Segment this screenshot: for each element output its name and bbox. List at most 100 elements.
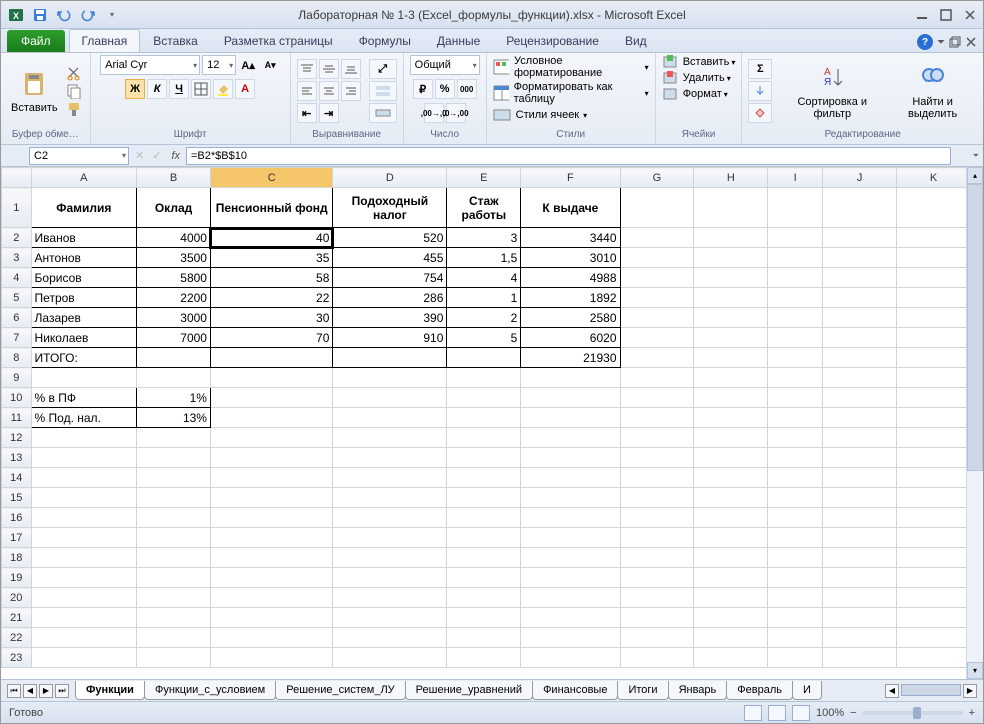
cell[interactable]	[694, 308, 768, 328]
decrease-font-button[interactable]: A▾	[260, 55, 280, 75]
cell[interactable]	[768, 468, 823, 488]
worksheet-tab[interactable]: Январь	[668, 681, 728, 700]
col-header[interactable]: F	[521, 168, 620, 188]
cell[interactable]: 754	[333, 268, 447, 288]
prev-sheet-button[interactable]: ◀	[23, 684, 37, 698]
row-header[interactable]: 18	[2, 548, 32, 568]
cell[interactable]	[31, 368, 137, 388]
cell[interactable]	[333, 608, 447, 628]
cell[interactable]	[897, 548, 967, 568]
first-sheet-button[interactable]: ⏮	[7, 684, 21, 698]
cell[interactable]	[31, 528, 137, 548]
header-cell[interactable]: Пенсионный фонд	[210, 188, 332, 228]
row-header[interactable]: 22	[2, 628, 32, 648]
cell[interactable]	[521, 468, 620, 488]
row-header[interactable]: 2	[2, 228, 32, 248]
cell[interactable]: 22	[210, 288, 332, 308]
cell[interactable]	[768, 548, 823, 568]
cell[interactable]: Антонов	[31, 248, 137, 268]
cell[interactable]	[447, 588, 521, 608]
cell[interactable]	[333, 548, 447, 568]
cell[interactable]	[768, 448, 823, 468]
cell[interactable]	[768, 288, 823, 308]
cell[interactable]: 3	[447, 228, 521, 248]
cell[interactable]	[823, 368, 897, 388]
cell[interactable]	[897, 588, 967, 608]
header-cell[interactable]: Стаж работы	[447, 188, 521, 228]
cell[interactable]	[897, 628, 967, 648]
worksheet-tab[interactable]: И	[792, 681, 822, 700]
cell[interactable]	[210, 388, 332, 408]
cell[interactable]	[897, 188, 967, 228]
tab-review[interactable]: Рецензирование	[493, 29, 612, 52]
cell[interactable]	[768, 308, 823, 328]
cell[interactable]	[210, 348, 332, 368]
cell[interactable]	[823, 388, 897, 408]
cell[interactable]	[210, 648, 332, 668]
cell[interactable]	[897, 488, 967, 508]
cell[interactable]	[768, 188, 823, 228]
cell[interactable]	[521, 488, 620, 508]
tab-insert[interactable]: Вставка	[140, 29, 211, 52]
cell[interactable]	[768, 428, 823, 448]
cell[interactable]	[137, 528, 211, 548]
row-header[interactable]: 23	[2, 648, 32, 668]
cell[interactable]	[447, 408, 521, 428]
row-header[interactable]: 14	[2, 468, 32, 488]
scroll-left-icon[interactable]: ◀	[885, 684, 899, 698]
cell[interactable]: 286	[333, 288, 447, 308]
cell[interactable]	[897, 248, 967, 268]
cell[interactable]	[897, 328, 967, 348]
cell[interactable]	[897, 448, 967, 468]
cell[interactable]: Петров	[31, 288, 137, 308]
cell[interactable]	[823, 348, 897, 368]
cell[interactable]: 520	[333, 228, 447, 248]
underline-button[interactable]: Ч	[169, 79, 189, 99]
cell[interactable]	[333, 368, 447, 388]
cell[interactable]	[333, 468, 447, 488]
cell[interactable]: 70	[210, 328, 332, 348]
worksheet-tab[interactable]: Итоги	[617, 681, 668, 700]
cell[interactable]	[521, 448, 620, 468]
cell[interactable]	[694, 468, 768, 488]
cell[interactable]	[137, 488, 211, 508]
cell[interactable]	[694, 648, 768, 668]
cell[interactable]	[694, 368, 768, 388]
cell[interactable]	[897, 428, 967, 448]
cell[interactable]: 1,5	[447, 248, 521, 268]
cell[interactable]	[823, 588, 897, 608]
cell[interactable]	[823, 548, 897, 568]
page-break-view-button[interactable]	[792, 705, 810, 721]
cell[interactable]	[694, 488, 768, 508]
cell[interactable]	[210, 428, 332, 448]
cell[interactable]	[447, 528, 521, 548]
cell[interactable]	[620, 408, 694, 428]
cell[interactable]	[768, 608, 823, 628]
cell[interactable]	[620, 328, 694, 348]
row-header[interactable]: 11	[2, 408, 32, 428]
cell[interactable]	[620, 468, 694, 488]
cell[interactable]: ИТОГО:	[31, 348, 137, 368]
cell[interactable]: 1%	[137, 388, 211, 408]
number-format-combo[interactable]: Общий	[410, 55, 480, 75]
cell[interactable]	[137, 568, 211, 588]
help-icon[interactable]: ?	[917, 34, 933, 50]
cell[interactable]	[521, 648, 620, 668]
cell[interactable]: 455	[333, 248, 447, 268]
cell[interactable]	[823, 288, 897, 308]
minimize-button[interactable]	[913, 7, 931, 23]
cell[interactable]: 3500	[137, 248, 211, 268]
autosum-button[interactable]: Σ	[748, 59, 772, 79]
cell[interactable]	[333, 588, 447, 608]
cell[interactable]	[620, 388, 694, 408]
italic-button[interactable]: К	[147, 79, 167, 99]
format-as-table-button[interactable]: Форматировать как таблицу▾	[493, 81, 649, 105]
cell[interactable]	[31, 488, 137, 508]
cell[interactable]	[137, 348, 211, 368]
cell[interactable]	[897, 568, 967, 588]
cell[interactable]	[447, 628, 521, 648]
cell[interactable]	[210, 628, 332, 648]
cell[interactable]	[897, 288, 967, 308]
cell[interactable]	[897, 528, 967, 548]
cell[interactable]	[333, 568, 447, 588]
